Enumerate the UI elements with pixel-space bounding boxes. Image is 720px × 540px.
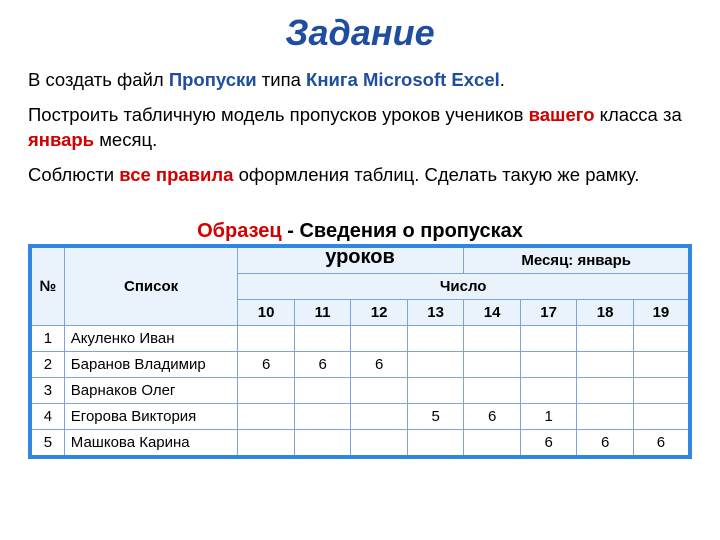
student-name: Акуленко Иван	[64, 325, 238, 351]
day-header: 11	[294, 299, 351, 325]
cell	[238, 325, 295, 351]
day-header: 14	[464, 299, 521, 325]
cell	[238, 429, 295, 457]
month-label: Месяц: январь	[464, 246, 690, 274]
text: месяц.	[94, 129, 157, 150]
day-header: 18	[577, 299, 634, 325]
cell	[633, 325, 690, 351]
text: класса за	[595, 104, 682, 125]
cell: 6	[520, 429, 577, 457]
page-title: Задание	[28, 12, 692, 54]
cell	[351, 429, 408, 457]
cell	[633, 403, 690, 429]
caption-dash: -	[282, 220, 300, 242]
day-header: 13	[407, 299, 464, 325]
student-name: Варнаков Олег	[64, 377, 238, 403]
paragraph-2: Построить табличную модель пропусков уро…	[28, 103, 692, 153]
student-name: Егорова Виктория	[64, 403, 238, 429]
bold-month: январь	[28, 129, 94, 150]
cell	[238, 377, 295, 403]
cell	[294, 403, 351, 429]
paragraph-3: Соблюсти все правила оформления таблиц. …	[28, 163, 692, 188]
cell	[294, 325, 351, 351]
cell: 6	[351, 351, 408, 377]
bold-your: вашего	[529, 104, 595, 125]
cell: 6	[464, 403, 521, 429]
cell	[407, 351, 464, 377]
text: Построить табличную модель пропусков уро…	[28, 104, 529, 125]
cell	[577, 403, 634, 429]
student-name: Баранов Владимир	[64, 351, 238, 377]
cell	[407, 429, 464, 457]
cell	[294, 429, 351, 457]
cell	[351, 325, 408, 351]
cell	[520, 325, 577, 351]
table-row: 4 Егорова Виктория 5 6 1	[30, 403, 690, 429]
cell	[520, 377, 577, 403]
row-number: 1	[30, 325, 64, 351]
cell: 5	[407, 403, 464, 429]
day-header: 17	[520, 299, 577, 325]
cell	[464, 429, 521, 457]
cell	[520, 351, 577, 377]
cell	[351, 377, 408, 403]
absences-table: № Список Месяц: январь Число 10 11 12 13…	[28, 244, 692, 459]
caption-line2: уроков	[325, 246, 395, 268]
cell	[351, 403, 408, 429]
cell: 6	[633, 429, 690, 457]
table-row: 5 Машкова Карина 6 6 6	[30, 429, 690, 457]
table-body: 1 Акуленко Иван 2 Баранов Владимир 6 6	[30, 325, 690, 457]
sample-table-wrap: № Список Месяц: январь Число 10 11 12 13…	[28, 244, 692, 459]
cell: 6	[577, 429, 634, 457]
cell: 1	[520, 403, 577, 429]
cell: 6	[294, 351, 351, 377]
table-row: 3 Варнаков Олег	[30, 377, 690, 403]
cell	[407, 325, 464, 351]
cell	[633, 351, 690, 377]
text: оформления таблиц. Сделать такую же рамк…	[233, 164, 639, 185]
row-number: 2	[30, 351, 64, 377]
cell	[577, 377, 634, 403]
cell	[464, 377, 521, 403]
paragraph-1: В создать файл Пропуски типа Книга Micro…	[28, 68, 692, 93]
day-header: 10	[238, 299, 295, 325]
col-header-number: №	[30, 246, 64, 326]
cell	[633, 377, 690, 403]
student-name: Машкова Карина	[64, 429, 238, 457]
cell	[294, 377, 351, 403]
bold-rules: все правила	[119, 164, 233, 185]
cell	[464, 351, 521, 377]
cell: 6	[238, 351, 295, 377]
col-header-list: Список	[64, 246, 238, 326]
table-row: 1 Акуленко Иван	[30, 325, 690, 351]
day-header: 12	[351, 299, 408, 325]
caption-red: Образец	[197, 220, 282, 242]
cell	[464, 325, 521, 351]
cell	[577, 351, 634, 377]
cell	[238, 403, 295, 429]
text: .	[500, 69, 505, 90]
table-row: 2 Баранов Владимир 6 6 6	[30, 351, 690, 377]
text: В создать файл	[28, 69, 169, 90]
cell	[577, 325, 634, 351]
caption-line1: Сведения о пропусках	[299, 220, 522, 242]
bold-filename: Пропуски	[169, 69, 257, 90]
row-number: 3	[30, 377, 64, 403]
col-header-chislo: Число	[238, 273, 690, 299]
day-header: 19	[633, 299, 690, 325]
cell	[407, 377, 464, 403]
bold-filetype: Книга Microsoft Excel	[306, 69, 500, 90]
text: типа	[257, 69, 306, 90]
row-number: 5	[30, 429, 64, 457]
row-number: 4	[30, 403, 64, 429]
text: Соблюсти	[28, 164, 119, 185]
